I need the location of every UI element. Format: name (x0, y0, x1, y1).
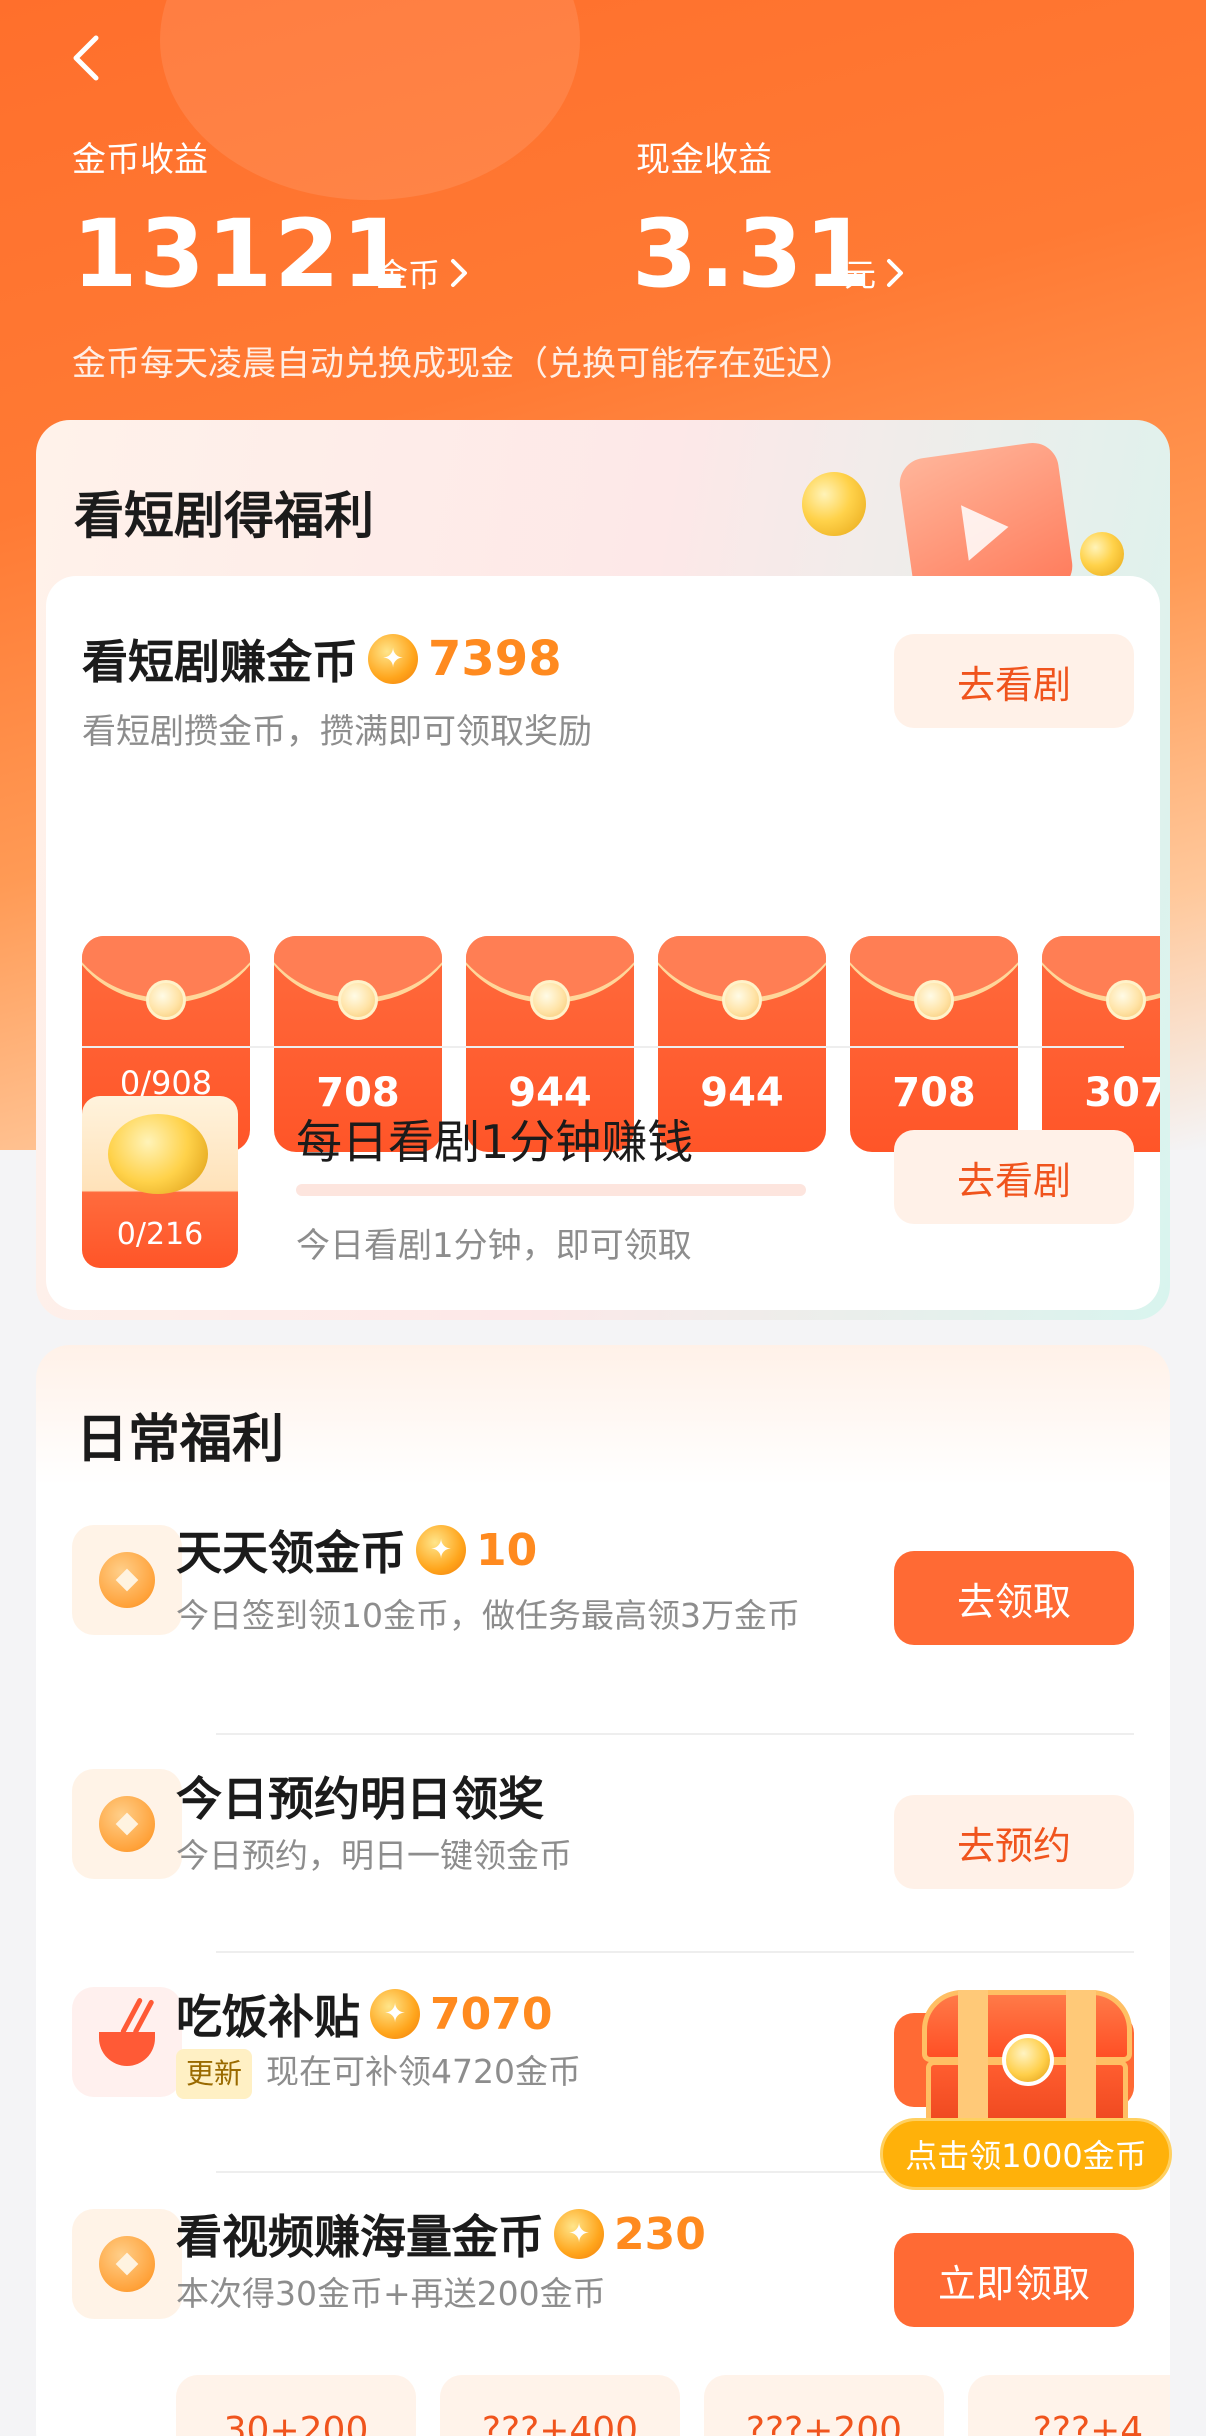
header-glow (160, 0, 580, 200)
task-title-row: 天天领金币 10 (176, 1517, 537, 1583)
exchange-note: 金币每天凌晨自动兑换成现金（兑换可能存在延迟） (72, 344, 854, 384)
watch-drama-button[interactable]: 去看剧 (894, 634, 1134, 728)
task-icon (72, 1769, 182, 1879)
reward-chip[interactable]: ???+200 (704, 2375, 944, 2436)
red-envelope[interactable]: 307 (1042, 936, 1160, 1152)
coin-icon (370, 1989, 420, 2039)
drama-earn-title-row: 看短剧赚金币 7398 (82, 626, 562, 692)
task-coins: 230 (614, 2208, 706, 2260)
coin-income-label: 金币收益 (72, 140, 208, 180)
drama-benefits-card: 看短剧得福利 看短剧赚金币 7398 看短剧攒金币，攒满即可领取奖励 去看剧 0… (36, 420, 1170, 1320)
envelope-clasp-icon (722, 980, 762, 1020)
envelope-clasp-icon (146, 980, 186, 1020)
daily-minute-subtitle: 今日看剧1分钟，即可领取 (296, 1226, 692, 1266)
cash-income-label: 现金收益 (636, 140, 772, 180)
task-subtitle: 今日预约，明日一键领金币 (176, 1836, 572, 1875)
envelope-clasp-icon (338, 980, 378, 1020)
daily-gift-count: 0/216 (116, 1217, 204, 1252)
task-icon (72, 1525, 182, 1635)
task-subtitle: 今日签到领10金币，做任务最高领3万金币 (176, 1596, 800, 1635)
drama-earn-coins: 7398 (428, 631, 562, 687)
coin-decoration-icon (802, 472, 866, 536)
coin-decoration-icon (1080, 532, 1124, 576)
task-subtitle-row: 更新 现在可补领4720金币 (176, 2049, 816, 2099)
claim-now-button[interactable]: 立即领取 (894, 2233, 1134, 2327)
divider (216, 1733, 1134, 1735)
section-title: 日常福利 (76, 1410, 285, 1470)
task-coins: 10 (476, 1524, 538, 1576)
envelope-value: 307 (1084, 1070, 1160, 1116)
chevron-right-icon (887, 259, 904, 287)
cash-unit-label: 元 (844, 256, 877, 294)
chevron-right-icon (451, 259, 468, 287)
envelope-value: 708 (892, 1070, 976, 1116)
chevron-left-icon (73, 35, 99, 81)
coin-unit-link[interactable]: 金币 (376, 250, 470, 296)
divider (82, 1046, 1124, 1048)
daily-minute-title: 每日看剧1分钟赚钱 (296, 1115, 694, 1169)
cash-income-value[interactable]: 3.31 (632, 200, 872, 310)
gold-coins-icon (108, 1114, 208, 1194)
task-icon (72, 2209, 182, 2319)
task-title: 看视频赚海量金币 (176, 2210, 544, 2264)
reward-chip[interactable]: ???+4 (968, 2375, 1170, 2436)
task-title: 吃饭补贴 (176, 1990, 360, 2044)
envelope-clasp-icon (914, 980, 954, 1020)
task-title-row: 吃饭补贴 7070 (176, 1981, 552, 2047)
chest-lock (1002, 2034, 1054, 2086)
daily-benefits-card: 日常福利 天天领金币 10 今日签到领10金币，做任务最高领3万金币 去领取 今… (36, 1345, 1170, 2436)
coin-icon (368, 634, 418, 684)
red-envelope[interactable]: 708 (850, 936, 1018, 1152)
coin-icon (416, 1525, 466, 1575)
daily-minute-progress (296, 1184, 806, 1196)
coin-income-value[interactable]: 13121 (72, 200, 409, 310)
task-title: 天天领金币 (176, 1526, 406, 1580)
coin-icon (99, 1796, 155, 1852)
reward-chip-row: 30+200 ???+400 ???+200 ???+4 (176, 2375, 1170, 2436)
floating-reward-button[interactable]: 点击领1000金币 (880, 2118, 1172, 2190)
coin-unit-label: 金币 (376, 256, 441, 294)
daily-gift-icon: 0/216 (82, 1096, 238, 1268)
task-subtitle: 现在可补领4720金币 (266, 2052, 581, 2091)
coin-icon (99, 2236, 155, 2292)
task-subtitle: 本次得30金币+再送200金币 (176, 2274, 606, 2313)
drama-earn-subtitle: 看短剧攒金币，攒满即可领取奖励 (82, 712, 592, 752)
back-button[interactable] (56, 28, 116, 88)
drama-earn-title: 看短剧赚金币 (82, 635, 358, 689)
daily-minute-watch-button[interactable]: 去看剧 (894, 1130, 1134, 1224)
envelope-clasp-icon (1106, 980, 1146, 1020)
coin-icon (554, 2209, 604, 2259)
task-coins: 7070 (430, 1988, 553, 2040)
task-title-row: 看视频赚海量金币 230 (176, 2201, 706, 2267)
task-title: 今日预约明日领奖 (176, 1772, 544, 1826)
section-title: 看短剧得福利 (74, 487, 374, 545)
reward-chip[interactable]: ???+400 (440, 2375, 680, 2436)
divider (216, 1951, 1134, 1953)
task-icon (72, 1987, 182, 2097)
envelope-clasp-icon (530, 980, 570, 1020)
reserve-button[interactable]: 去预约 (894, 1795, 1134, 1889)
cash-unit-link[interactable]: 元 (844, 250, 906, 296)
bowl-icon (99, 2032, 155, 2066)
update-badge: 更新 (176, 2049, 253, 2099)
coin-icon (99, 1552, 155, 1608)
reward-chip[interactable]: 30+200 (176, 2375, 416, 2436)
drama-tasks-panel: 看短剧赚金币 7398 看短剧攒金币，攒满即可领取奖励 去看剧 0/908708… (46, 576, 1160, 1310)
claim-button[interactable]: 去领取 (894, 1551, 1134, 1645)
